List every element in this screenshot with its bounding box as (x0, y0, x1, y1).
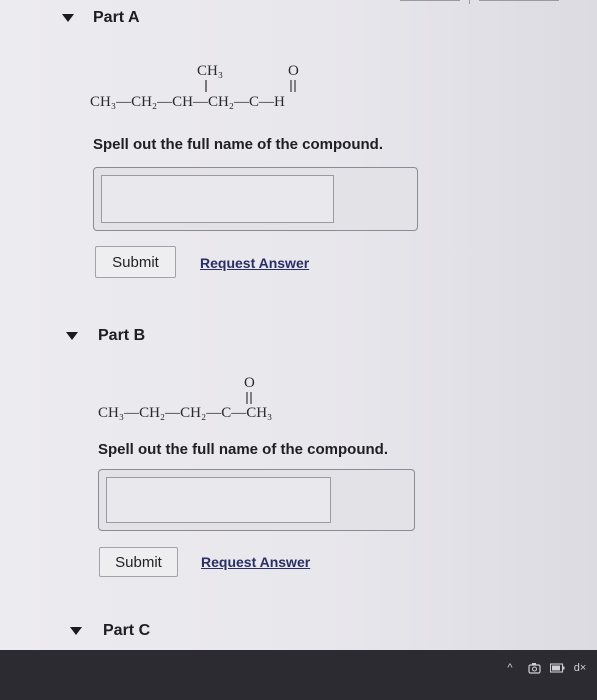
part-b-structural-formula: O CH₃—CH₂—CH₂—C—CH₃ (98, 375, 272, 421)
part-a-request-answer-link[interactable]: Request Answer (200, 255, 309, 271)
part-a-branch-ch3: CH₃ (197, 63, 223, 79)
part-c-collapse-caret-icon[interactable] (70, 627, 82, 635)
part-a-carbonyl-oxygen: O (288, 63, 299, 79)
part-a-answer-input[interactable] (101, 175, 334, 223)
part-a-main-chain: CH₃—CH₂—CH—CH₂—C—H (90, 94, 285, 110)
camera-icon[interactable] (527, 660, 541, 676)
speaker-muted-icon[interactable]: d× (569, 660, 591, 676)
part-b-answer-input[interactable] (106, 477, 331, 523)
content-area: Part A CH₃ O CH₃—CH₂—CH—CH₂—C—H Spell ou… (0, 0, 597, 650)
part-a-prompt: Spell out the full name of the compound. (93, 136, 383, 153)
battery-icon[interactable] (549, 660, 565, 676)
top-toolbar-fragment (400, 0, 597, 5)
part-a-title[interactable]: Part A (93, 9, 140, 27)
part-b-request-answer-link[interactable]: Request Answer (201, 554, 310, 570)
part-a-submit-button[interactable]: Submit (95, 246, 176, 278)
part-b-submit-button[interactable]: Submit (99, 547, 178, 577)
chevron-up-icon[interactable]: ^ (504, 660, 516, 676)
part-b-title[interactable]: Part B (98, 327, 145, 345)
part-b-prompt: Spell out the full name of the compound. (98, 441, 388, 458)
part-b-carbonyl-oxygen: O (244, 375, 255, 391)
part-a-structural-formula: CH₃ O CH₃—CH₂—CH—CH₂—C—H (90, 63, 299, 110)
part-a-collapse-caret-icon[interactable] (62, 14, 74, 22)
part-b-main-chain: CH₃—CH₂—CH₂—C—CH₃ (98, 405, 272, 421)
part-c-title[interactable]: Part C (103, 622, 150, 640)
part-b-collapse-caret-icon[interactable] (66, 332, 78, 340)
